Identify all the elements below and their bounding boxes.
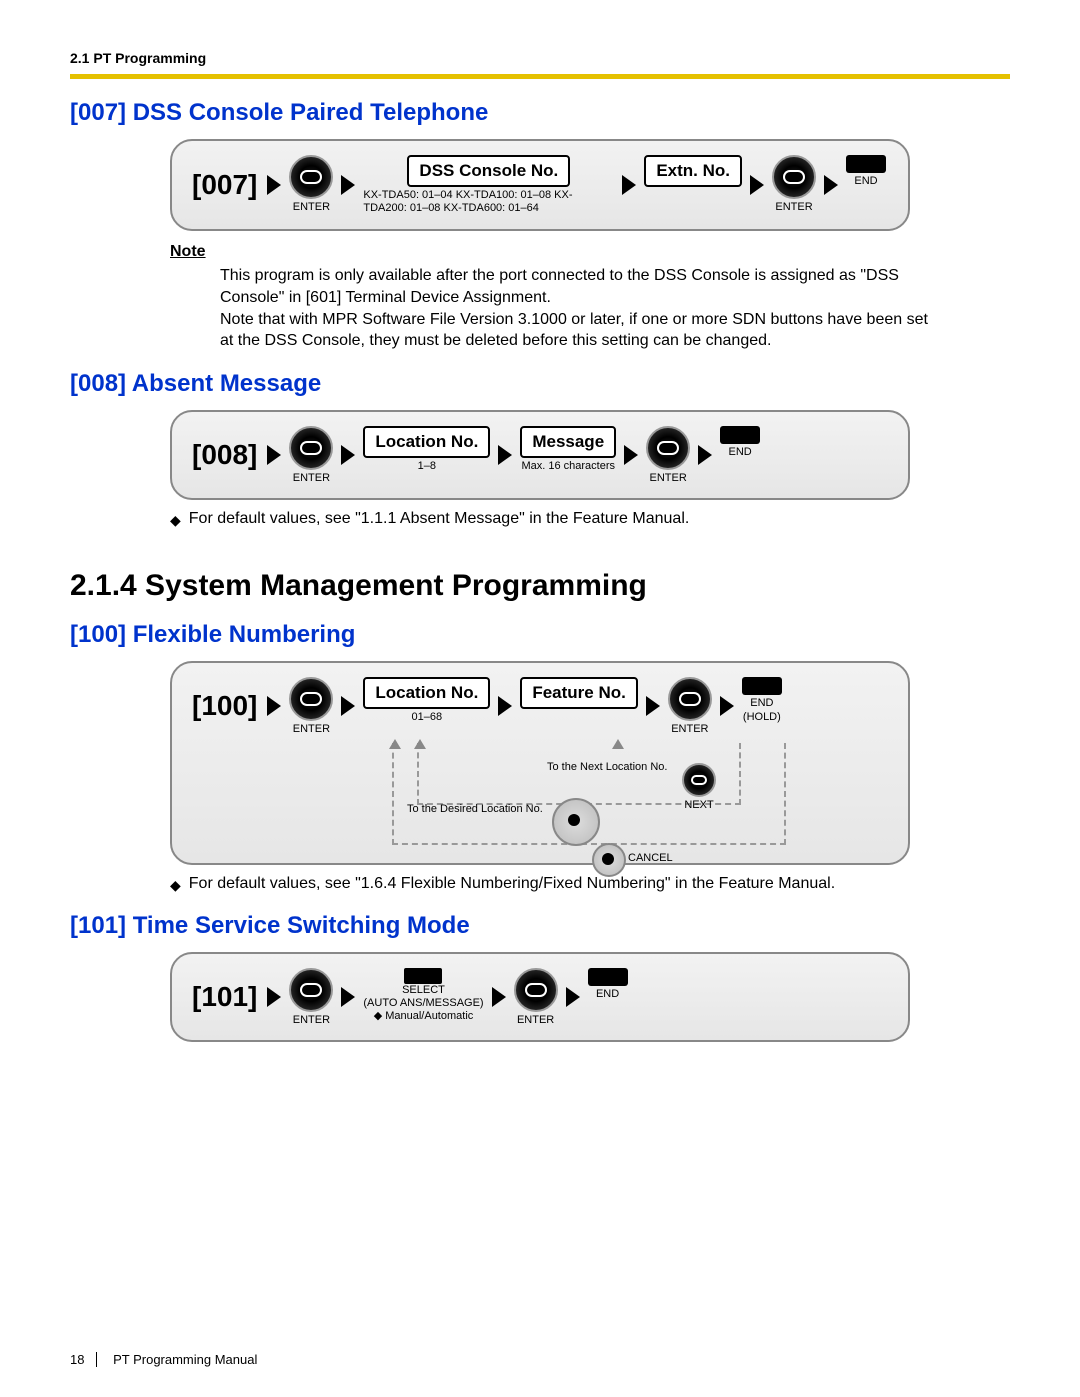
location-range-label: 1–8 [418, 460, 436, 473]
dss-range-label: KX-TDA50: 01–04 KX-TDA100: 01–08 KX-TDA2… [363, 189, 614, 215]
diamond-bullet-icon: ◆ [170, 877, 181, 894]
arrow-icon [498, 696, 512, 716]
arrow-icon [341, 696, 355, 716]
arrow-icon [698, 445, 712, 465]
end-button-icon [720, 426, 760, 444]
heading-007: [007] DSS Console Paired Telephone [70, 99, 1010, 127]
select-sub2: ◆ Manual/Automatic [374, 1010, 474, 1023]
jog-pad-icon [552, 798, 596, 842]
arrow-icon [646, 696, 660, 716]
code-101: [101] [192, 981, 257, 1013]
enter-label: ENTER [517, 1014, 554, 1026]
end-button-icon [742, 677, 782, 695]
enter-dial-icon [772, 155, 816, 199]
arrow-icon [267, 987, 281, 1007]
extn-no-box: Extn. No. [644, 155, 742, 187]
arrow-icon [624, 445, 638, 465]
arrow-up-icon [389, 739, 401, 749]
heading-101: [101] Time Service Switching Mode [70, 912, 1010, 940]
code-100: [100] [192, 690, 257, 722]
end-label: END [729, 446, 752, 458]
arrow-icon [622, 175, 636, 195]
arrow-icon [341, 175, 355, 195]
diamond-bullet-icon: ◆ [170, 512, 181, 529]
message-sub-label: Max. 16 characters [521, 460, 615, 473]
end-label: END [596, 988, 619, 1000]
enter-dial-icon [289, 677, 333, 721]
arrow-up-icon [612, 739, 624, 749]
arrow-icon [341, 987, 355, 1007]
procedure-101: [101] ENTER SELECT (AUTO ANS/MESSAGE) ◆ … [170, 952, 910, 1042]
anno-desired: To the Desired Location No. [407, 803, 543, 815]
heading-100: [100] Flexible Numbering [70, 621, 1010, 649]
enter-label: ENTER [293, 472, 330, 484]
arrow-icon [492, 987, 506, 1007]
enter-label: ENTER [650, 472, 687, 484]
end-button-icon [846, 155, 886, 173]
note-heading: Note [170, 243, 1010, 261]
enter-label: ENTER [293, 201, 330, 213]
heading-008: [008] Absent Message [70, 370, 1010, 398]
arrow-icon [720, 696, 734, 716]
enter-dial-icon [289, 155, 333, 199]
breadcrumb: 2.1 PT Programming [70, 50, 206, 66]
arrow-icon [824, 175, 838, 195]
anno-next: To the Next Location No. [547, 761, 667, 773]
enter-label: ENTER [775, 201, 812, 213]
arrow-icon [498, 445, 512, 465]
code-008: [008] [192, 439, 257, 471]
code-007: [007] [192, 169, 257, 201]
message-box: Message [520, 426, 616, 458]
enter-dial-icon [514, 968, 558, 1012]
heading-214: 2.1.4 System Management Programming [70, 569, 1010, 603]
arrow-icon [341, 445, 355, 465]
hold-label: (HOLD) [743, 711, 781, 723]
enter-dial-icon [646, 426, 690, 470]
next-label: NEXT [684, 799, 713, 811]
select-sub1: (AUTO ANS/MESSAGE) [363, 997, 483, 1010]
procedure-008: [008] ENTER Location No. 1–8 Message Max… [170, 410, 910, 500]
procedure-007: [007] ENTER DSS Console No. KX-TDA50: 01… [170, 139, 910, 231]
end-button-icon [588, 968, 628, 986]
location-no-box: Location No. [363, 426, 490, 458]
enter-label: ENTER [293, 723, 330, 735]
header-divider [70, 74, 1010, 79]
feature-no-box: Feature No. [520, 677, 638, 709]
arrow-up-icon [414, 739, 426, 749]
bullet-100: For default values, see "1.6.4 Flexible … [189, 875, 835, 893]
arrow-icon [566, 987, 580, 1007]
enter-label: ENTER [671, 723, 708, 735]
select-button-icon [404, 968, 442, 984]
enter-dial-icon [682, 763, 716, 797]
location-range-label: 01–68 [412, 711, 443, 724]
arrow-icon [267, 175, 281, 195]
select-label: SELECT [402, 984, 445, 997]
page-number: 18 [70, 1352, 97, 1367]
location-no-box: Location No. [363, 677, 490, 709]
arrow-icon [750, 175, 764, 195]
arrow-icon [267, 445, 281, 465]
enter-dial-icon [289, 968, 333, 1012]
end-label: END [750, 697, 773, 709]
cancel-label: CANCEL [628, 852, 673, 864]
enter-dial-icon [668, 677, 712, 721]
arrow-icon [267, 696, 281, 716]
jog-pad-icon [592, 843, 622, 873]
dss-console-no-box: DSS Console No. [407, 155, 570, 187]
note-body-007: This program is only available after the… [220, 265, 940, 351]
procedure-100: [100] ENTER Location No. 01–68 Feature N… [170, 661, 910, 865]
end-label: END [854, 175, 877, 187]
enter-dial-icon [289, 426, 333, 470]
enter-label: ENTER [293, 1014, 330, 1026]
bullet-008: For default values, see "1.1.1 Absent Me… [189, 510, 690, 528]
page-footer: 18 PT Programming Manual [70, 1352, 257, 1367]
footer-title: PT Programming Manual [113, 1352, 257, 1367]
